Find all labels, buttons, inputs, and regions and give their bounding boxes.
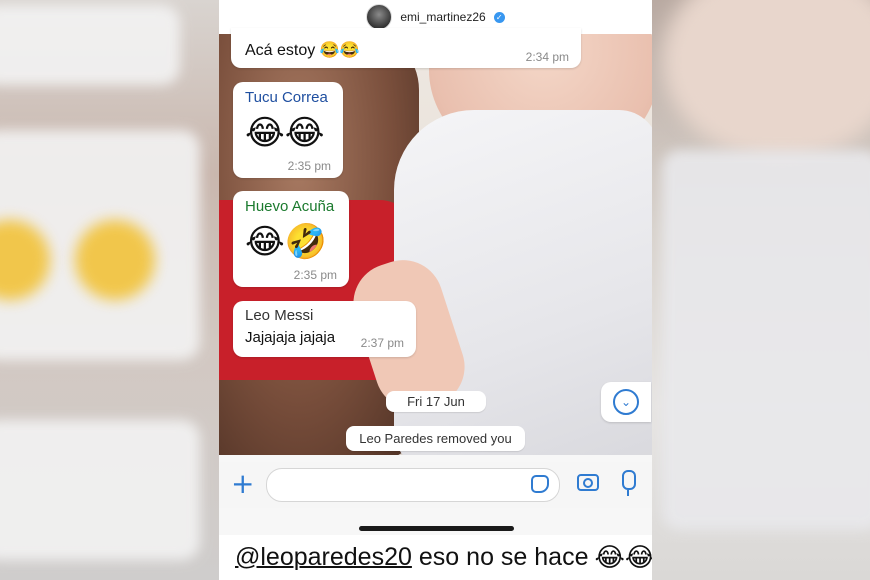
username[interactable]: emi_martinez26 bbox=[400, 10, 485, 24]
system-notice: Leo Paredes removed you bbox=[346, 426, 525, 451]
avatar[interactable] bbox=[366, 4, 393, 30]
microphone-icon[interactable] bbox=[622, 470, 636, 496]
sticker-icon[interactable] bbox=[531, 475, 549, 493]
story-caption: @leoparedes20 eso no se hace 😂😂 bbox=[219, 535, 652, 580]
message-sender: Tucu Correa bbox=[245, 89, 328, 106]
scroll-down-button[interactable]: ⌄ bbox=[601, 382, 651, 422]
caption-text: eso no se hace bbox=[418, 543, 589, 571]
blurred-left-panel bbox=[0, 0, 219, 580]
message-sender: Leo Messi bbox=[245, 307, 314, 324]
home-indicator bbox=[359, 526, 514, 531]
message-bubble[interactable]: Tucu Correa 😂😂 2:35 pm bbox=[233, 82, 343, 178]
caption-mention[interactable]: @leoparedes20 bbox=[235, 543, 412, 572]
story-screenshot: emi_martinez26 ✓ Acá estoy 😂😂 2:34 pm Tu… bbox=[219, 0, 652, 580]
message-input-bar: + bbox=[219, 462, 652, 508]
message-sender: Huevo Acuña bbox=[245, 198, 335, 215]
chevron-down-icon: ⌄ bbox=[613, 389, 639, 415]
caption-emoji: 😂😂 bbox=[594, 542, 652, 573]
message-bubble[interactable]: Acá estoy 😂😂 2:34 pm bbox=[231, 28, 581, 68]
message-time: 2:35 pm bbox=[293, 268, 337, 282]
date-separator: Fri 17 Jun bbox=[386, 391, 486, 412]
blurred-right-panel bbox=[652, 0, 870, 580]
verified-badge-icon: ✓ bbox=[493, 11, 505, 23]
message-bubble[interactable]: Leo Messi Jajajaja jajaja 2:37 pm bbox=[233, 301, 416, 357]
camera-icon[interactable] bbox=[577, 474, 599, 491]
message-emoji: 😂😂 bbox=[245, 113, 325, 153]
message-text: Jajajaja jajaja bbox=[245, 329, 336, 346]
message-time: 2:37 pm bbox=[360, 336, 404, 350]
message-text: Acá estoy 😂😂 bbox=[245, 42, 360, 59]
message-bubble[interactable]: Huevo Acuña 😂🤣 2:35 pm bbox=[233, 191, 349, 287]
message-time: 2:35 pm bbox=[287, 159, 331, 173]
message-input[interactable] bbox=[266, 468, 560, 502]
plus-icon[interactable]: + bbox=[231, 470, 254, 498]
message-time: 2:34 pm bbox=[525, 50, 569, 64]
message-emoji: 😂🤣 bbox=[245, 222, 328, 262]
